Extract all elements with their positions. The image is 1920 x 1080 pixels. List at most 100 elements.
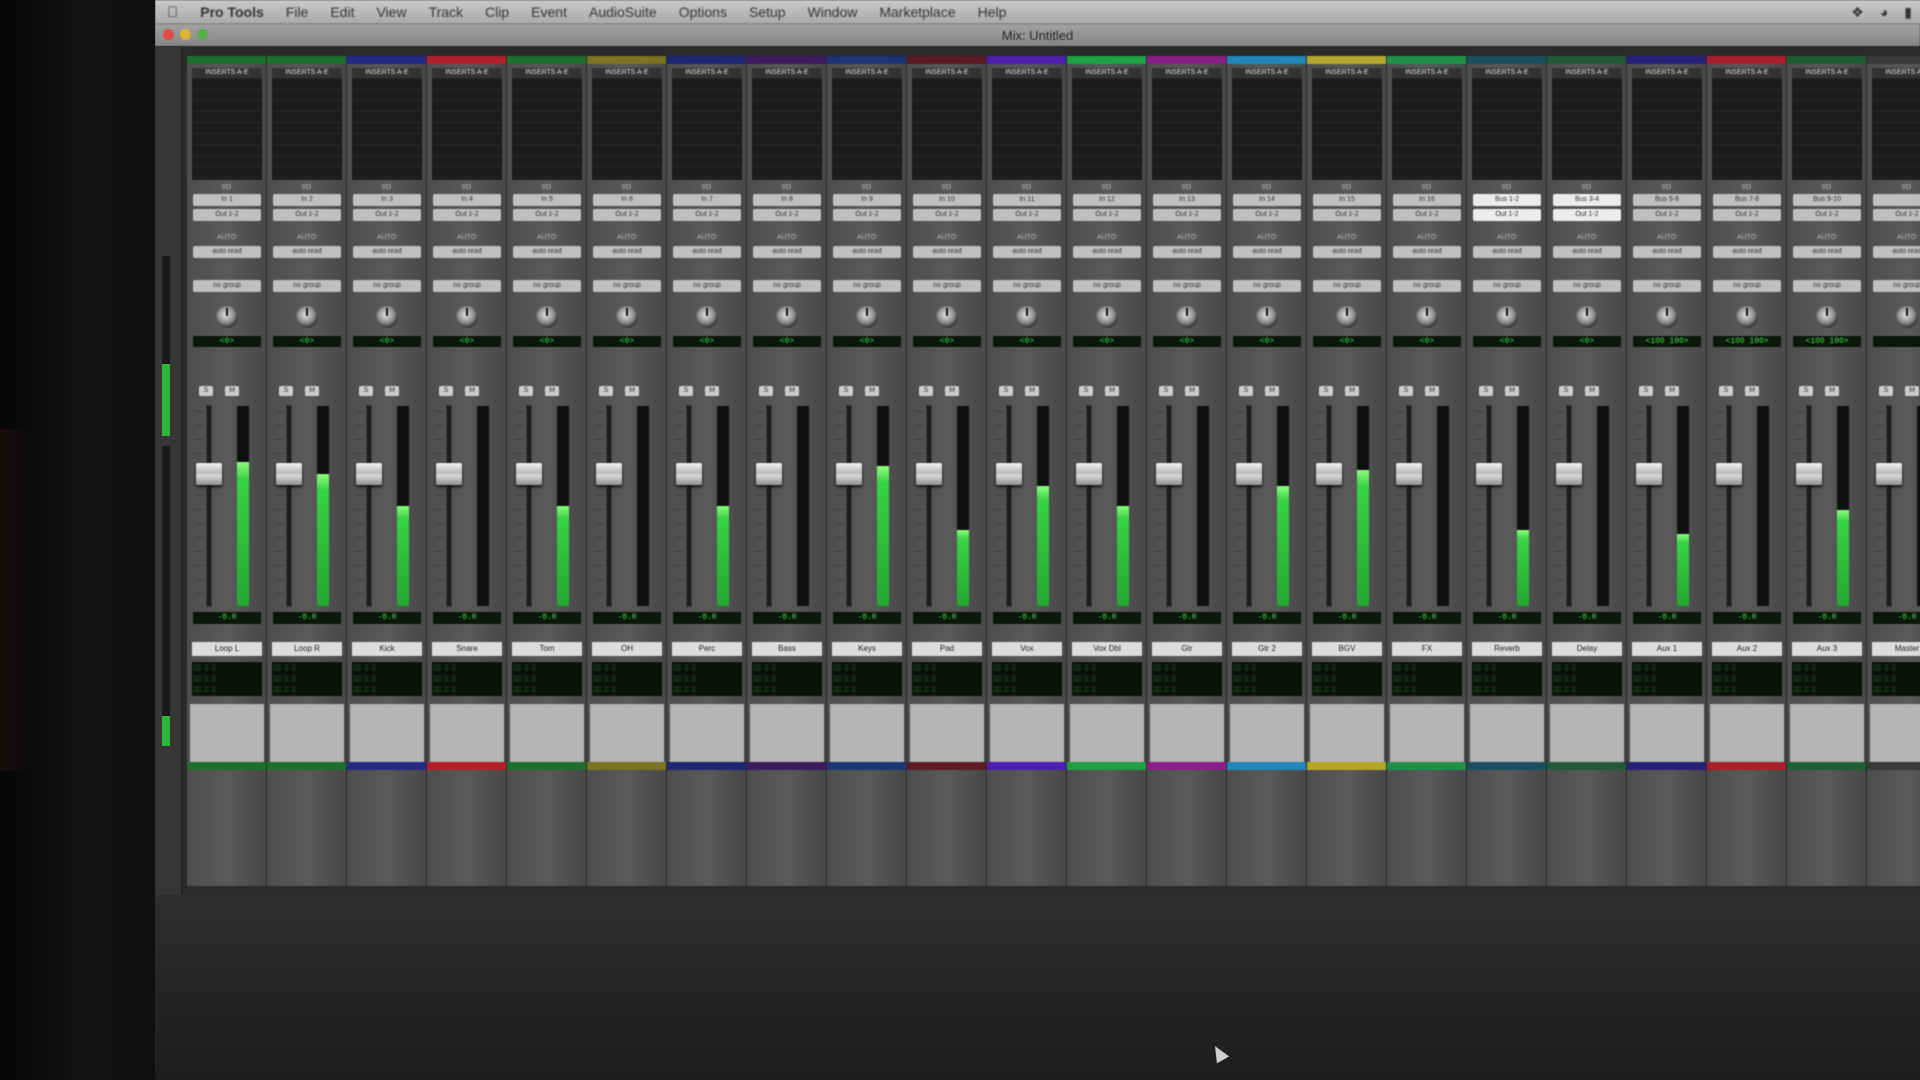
fader-track[interactable] [1247,406,1251,606]
volume-fader[interactable] [276,462,302,485]
comments-field[interactable] [590,704,664,766]
volume-fader[interactable] [836,462,862,485]
comments-field[interactable] [190,704,264,766]
mute-button[interactable]: M [1425,386,1439,396]
group-selector[interactable]: no group [193,280,261,292]
solo-button[interactable]: S [839,386,853,396]
comments-field[interactable] [1710,704,1784,766]
close-window-button[interactable] [163,29,174,40]
pan-knob[interactable] [1256,306,1278,328]
solo-button[interactable]: S [279,386,293,396]
pan-knob[interactable] [296,306,318,328]
volume-fader[interactable] [1636,462,1662,485]
volume-fader[interactable] [916,462,942,485]
automation-mode-selector[interactable]: auto read [193,246,261,258]
menu-item-clip[interactable]: Clip [485,4,509,20]
pan-knob[interactable] [776,306,798,328]
menu-item-setup[interactable]: Setup [749,4,786,20]
menu-item-audiosuite[interactable]: AudioSuite [589,4,657,20]
output-selector[interactable]: Out 1-2 [1393,209,1461,221]
fader-track[interactable] [847,406,851,606]
solo-button[interactable]: S [919,386,933,396]
fader-track[interactable] [607,406,611,606]
volume-fader[interactable] [1876,462,1902,485]
mute-button[interactable]: M [305,386,319,396]
mute-button[interactable]: M [705,386,719,396]
volume-fader[interactable] [516,462,542,485]
input-selector[interactable] [1873,194,1920,206]
output-selector[interactable]: Out 1-2 [1313,209,1381,221]
fader-track[interactable] [1087,406,1091,606]
menu-item-event[interactable]: Event [531,4,567,20]
input-selector[interactable]: In 2 [273,194,341,206]
fader-track[interactable] [1487,406,1491,606]
comments-field[interactable] [1310,704,1384,766]
menu-item-help[interactable]: Help [978,4,1007,20]
track-name[interactable]: Gtr 2 [1232,642,1302,656]
inserts-section[interactable]: INSERTS A-E [1712,68,1782,180]
comments-field[interactable] [1550,704,1624,766]
fader-track[interactable] [1727,406,1731,606]
fader-track[interactable] [1007,406,1011,606]
menu-app-name[interactable]: Pro Tools [200,4,264,20]
mute-button[interactable]: M [1585,386,1599,396]
group-selector[interactable]: no group [913,280,981,292]
output-selector[interactable]: Out 1-2 [353,209,421,221]
solo-button[interactable]: S [1559,386,1573,396]
track-name[interactable]: Bass [752,642,822,656]
input-selector[interactable]: In 1 [193,194,261,206]
group-selector[interactable]: no group [993,280,1061,292]
fader-track[interactable] [767,406,771,606]
zoom-window-button[interactable] [197,29,208,40]
pan-knob[interactable] [1656,306,1678,328]
comments-field[interactable] [1870,704,1920,766]
fader-track[interactable] [1807,406,1811,606]
volume-fader[interactable] [436,462,462,485]
inserts-section[interactable]: INSERTS A-E [992,68,1062,180]
input-selector[interactable]: In 7 [673,194,741,206]
group-selector[interactable]: no group [1073,280,1141,292]
automation-mode-selector[interactable]: auto read [353,246,421,258]
automation-mode-selector[interactable]: auto read [593,246,661,258]
solo-button[interactable]: S [1719,386,1733,396]
solo-button[interactable]: S [759,386,773,396]
input-selector[interactable]: In 9 [833,194,901,206]
group-selector[interactable]: no group [1553,280,1621,292]
input-selector[interactable]: In 4 [433,194,501,206]
automation-mode-selector[interactable]: auto read [1633,246,1701,258]
fader-track[interactable] [207,406,211,606]
inserts-section[interactable]: INSERTS A-E [1472,68,1542,180]
comments-field[interactable] [1790,704,1864,766]
comments-field[interactable] [1470,704,1544,766]
fader-track[interactable] [287,406,291,606]
pan-knob[interactable] [616,306,638,328]
volume-fader[interactable] [1316,462,1342,485]
automation-mode-selector[interactable]: auto read [1713,246,1781,258]
group-selector[interactable]: no group [1873,280,1920,292]
fader-track[interactable] [1327,406,1331,606]
menu-item-window[interactable]: Window [808,4,858,20]
inserts-section[interactable]: INSERTS A-E [272,68,342,180]
solo-button[interactable]: S [1239,386,1253,396]
output-selector[interactable]: Out 1-2 [1553,209,1621,221]
volume-fader[interactable] [196,462,222,485]
pan-knob[interactable] [1896,306,1918,328]
group-selector[interactable]: no group [1473,280,1541,292]
track-name[interactable]: Aux 1 [1632,642,1702,656]
output-selector[interactable]: Out 1-2 [1633,209,1701,221]
output-selector[interactable]: Out 1-2 [1233,209,1301,221]
comments-field[interactable] [350,704,424,766]
volume-fader[interactable] [1156,462,1182,485]
output-selector[interactable]: Out 1-2 [513,209,581,221]
input-selector[interactable]: In 13 [1153,194,1221,206]
track-name[interactable]: Aux 3 [1792,642,1862,656]
pan-knob[interactable] [1016,306,1038,328]
group-selector[interactable]: no group [833,280,901,292]
group-selector[interactable]: no group [1393,280,1461,292]
fader-track[interactable] [927,406,931,606]
menu-item-edit[interactable]: Edit [330,4,354,20]
automation-mode-selector[interactable]: auto read [1313,246,1381,258]
pan-knob[interactable] [376,306,398,328]
track-name[interactable]: BGV [1312,642,1382,656]
solo-button[interactable]: S [1159,386,1173,396]
